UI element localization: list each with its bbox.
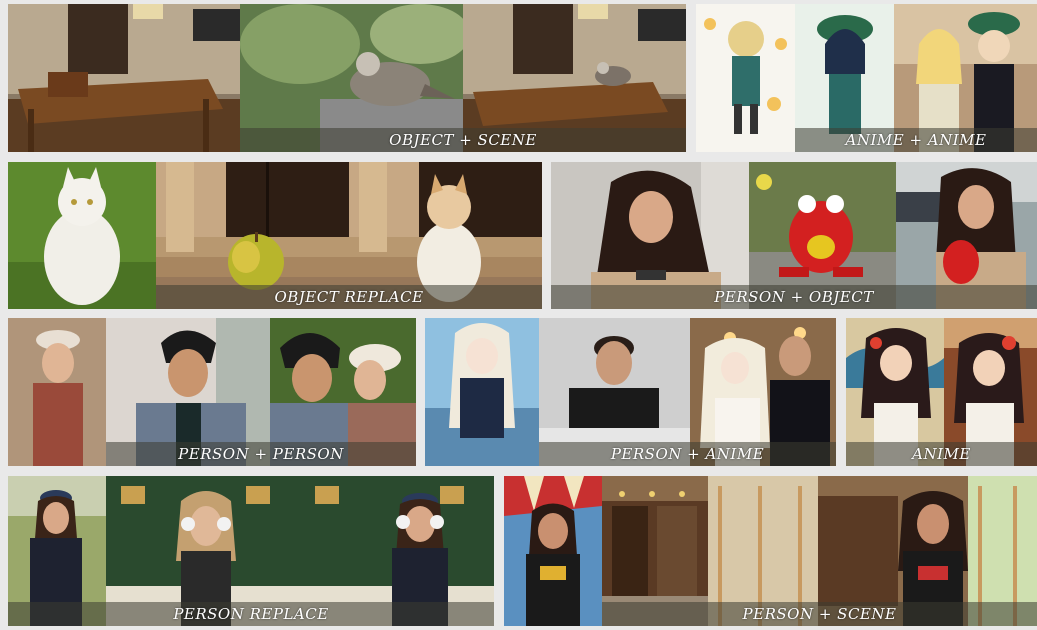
caption-person-scene: PERSON + SCENE — [602, 602, 1037, 626]
panel-person-object: PERSON + OBJECT — [551, 162, 1037, 309]
panel-person-scene: PERSON + SCENE — [504, 476, 1037, 626]
panel-anime: ANIME — [846, 318, 1037, 466]
panel-anime-anime: ANIME + ANIME — [696, 4, 1037, 152]
caption-person-object: PERSON + OBJECT — [551, 285, 1037, 309]
caption-person-anime: PERSON + ANIME — [539, 442, 836, 466]
anime-cat-girl — [696, 4, 795, 152]
room-photo — [8, 4, 240, 152]
woman-carnival-photo — [504, 476, 602, 626]
panel-person-person: PERSON + PERSON — [8, 318, 416, 466]
caption-object-replace: OBJECT REPLACE — [156, 285, 542, 309]
caption-anime-anime: ANIME + ANIME — [795, 128, 1037, 152]
white-cat-photo — [8, 162, 156, 309]
panel-person-replace: PERSON REPLACE — [8, 476, 494, 626]
caption-person-replace: PERSON REPLACE — [8, 602, 494, 626]
panel-object-scene: OBJECT + SCENE — [8, 4, 686, 152]
woman-beret-photo — [8, 318, 106, 466]
anime-girl-beach — [425, 318, 539, 466]
panel-object-replace: OBJECT REPLACE — [8, 162, 542, 309]
caption-anime: ANIME — [846, 442, 1037, 466]
caption-object-scene: OBJECT + SCENE — [240, 128, 686, 152]
caption-person-person: PERSON + PERSON — [106, 442, 416, 466]
panel-person-anime: PERSON + ANIME — [425, 318, 836, 466]
